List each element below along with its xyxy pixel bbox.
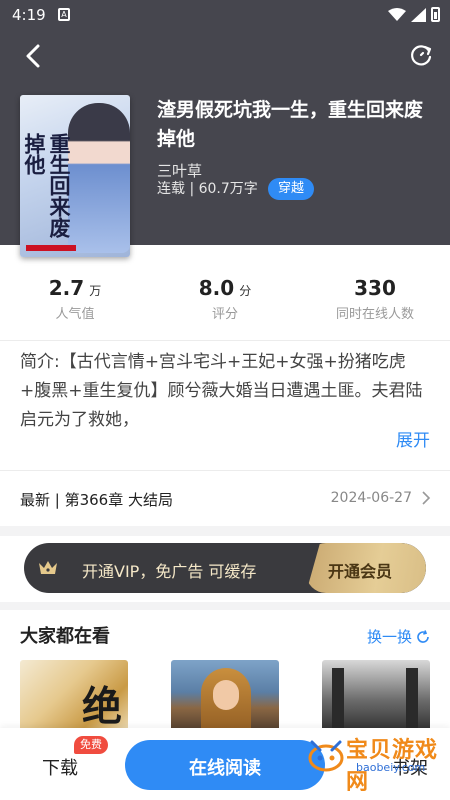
book-meta: 连载 | 60.7万字 — [157, 181, 258, 197]
signal-icon — [411, 7, 426, 22]
swap-button[interactable]: 换一换 — [367, 626, 430, 647]
genre-tag[interactable]: 穿越 — [268, 178, 315, 200]
status-time: 4:19 — [12, 6, 46, 24]
latest-chapter-row[interactable]: 最新 | 第366章 大结局 2024-06-27 — [0, 478, 450, 518]
book-title: 渣男假死坑我一生，重生回来废掉他 — [157, 99, 424, 150]
notification-icon: A — [58, 8, 70, 21]
recommend-cover-text: 绝 — [82, 683, 122, 730]
watermark-url: baobeiy.com — [356, 761, 426, 774]
battery-icon — [431, 7, 440, 22]
back-arrow-icon[interactable] — [20, 42, 48, 70]
watermark-logo-icon — [308, 740, 344, 772]
stat-value: 2.7 — [48, 276, 85, 300]
expand-button[interactable]: 展开 — [396, 426, 430, 451]
stat-rating: 8.0 分 评分 — [165, 276, 285, 322]
swap-icon — [417, 629, 429, 643]
swap-label: 换一换 — [366, 628, 412, 646]
divider — [0, 340, 450, 341]
download-button[interactable]: 下载 — [42, 754, 78, 780]
stat-label: 人气值 — [55, 307, 95, 322]
latest-chapter-date: 2024-06-27 — [330, 490, 412, 506]
stat-unit: 分 — [239, 284, 252, 298]
wifi-icon — [388, 7, 406, 21]
watermark: 宝贝游戏网 baobeiy.com — [300, 728, 445, 795]
stat-value: 330 — [354, 276, 396, 300]
stat-label: 评分 — [211, 307, 238, 322]
recommend-title: 大家都在看 — [20, 626, 110, 647]
stat-popularity: 2.7 万 人气值 — [15, 276, 135, 322]
stats-row: 2.7 万 人气值 8.0 分 评分 330 同时在线人数 — [0, 262, 450, 332]
stat-label: 同时在线人数 — [335, 307, 414, 322]
free-badge: 免费 — [74, 736, 108, 754]
book-intro: 简介:【古代言情+宫斗宅斗+王妃+女强+扮猪吃虎+腹黑+重生复仇】顾兮薇大婚当日… — [20, 352, 423, 430]
book-cover[interactable]: 重生回来废掉他 — [20, 95, 130, 257]
divider — [0, 470, 450, 471]
stat-online: 330 同时在线人数 — [315, 276, 435, 322]
cover-title: 重生回来废掉他 — [22, 133, 72, 238]
book-author[interactable]: 三叶草 — [157, 160, 202, 181]
read-online-button[interactable]: 在线阅读 — [125, 740, 325, 790]
cover-figure — [68, 103, 130, 253]
cover-face — [213, 680, 239, 710]
chevron-right-icon — [422, 491, 431, 505]
latest-chapter-label: 最新 | 第366章 大结局 — [20, 491, 173, 509]
status-bar: 4:19 A — [0, 0, 450, 32]
cover-banner — [26, 245, 76, 251]
vip-open-label: 开通会员 — [328, 562, 393, 581]
vip-banner[interactable]: 开通VIP，免广告 可缓存 开通会员 — [24, 543, 426, 593]
stat-value: 8.0 — [198, 276, 235, 300]
crown-icon — [39, 561, 57, 574]
section-separator — [0, 602, 450, 610]
section-separator — [0, 526, 450, 536]
stat-unit: 万 — [89, 284, 102, 298]
vip-open-button[interactable]: 开通会员 — [306, 543, 426, 593]
refresh-icon[interactable] — [408, 42, 434, 68]
read-online-label: 在线阅读 — [189, 758, 261, 779]
vip-text: 开通VIP，免广告 可缓存 — [82, 562, 257, 581]
